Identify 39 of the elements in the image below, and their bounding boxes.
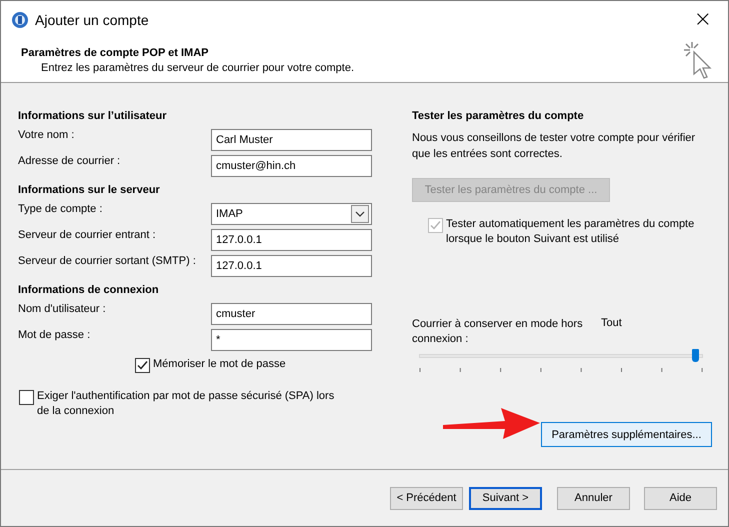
- slider-label: Courrier à conserver en mode hors connexion :: [412, 317, 584, 347]
- field-label: Votre nom :: [18, 128, 76, 141]
- field-label: Serveur de courrier sortant (SMTP) :: [18, 254, 197, 267]
- section-heading: Informations de connexion: [18, 283, 160, 298]
- checkbox-label: Exiger l'authentification par mot de passe sécurisé (SPA) lors de la connexion: [37, 389, 336, 419]
- text-field[interactable]: cmuster@hin.ch: [211, 155, 372, 177]
- checkbox-label: Mémoriser le mot de passe: [153, 357, 286, 372]
- offline-slider[interactable]: [416, 349, 706, 363]
- text-field[interactable]: 127.0.0.1: [211, 229, 372, 251]
- text-field[interactable]: cmuster: [211, 303, 372, 325]
- page-subtitle: Entrez les paramètres du serveur de courrier pour votre compte.: [40, 62, 356, 74]
- dialog-button[interactable]: Aide: [644, 486, 717, 510]
- text-field[interactable]: Carl Muster: [211, 129, 372, 151]
- dialog-button[interactable]: < Précédent: [390, 486, 463, 510]
- password-field[interactable]: *: [211, 329, 372, 351]
- field-label: Adresse de courrier :: [18, 154, 122, 167]
- dialog-button[interactable]: Annuler: [557, 486, 630, 510]
- section-heading: Tester les paramètres du compte: [412, 109, 585, 124]
- text-field[interactable]: 127.0.0.1: [211, 255, 372, 277]
- slider-reading: Tout: [601, 317, 622, 331]
- app-icon: [11, 10, 29, 28]
- section-heading: Informations sur l’utilisateur: [18, 109, 168, 124]
- more-settings-button[interactable]: Paramètres supplémentaires...: [541, 422, 712, 447]
- remember-checkbox[interactable]: [135, 358, 150, 373]
- field-label: Serveur de courrier entrant :: [18, 228, 157, 241]
- chevron-down-icon: [355, 211, 365, 217]
- close-button[interactable]: ×: [690, 8, 716, 30]
- window-title: Ajouter un compte: [35, 12, 150, 28]
- field-label: Mot de passe :: [18, 328, 92, 341]
- dialog-button[interactable]: Suivant >: [469, 486, 542, 510]
- page-heading: Paramètres de compte POP et IMAP: [21, 46, 210, 58]
- spa-checkbox[interactable]: [19, 390, 34, 405]
- account-type-dropdown[interactable]: IMAP: [211, 203, 372, 225]
- checkbox-label: Tester automatiquement les paramètres du compte lorsque le bouton Suivant est utilisé: [446, 217, 696, 247]
- field-label: Nom d'utilisateur :: [18, 302, 107, 315]
- field-label: Type de compte :: [18, 202, 104, 215]
- slider-thumb[interactable]: [692, 349, 699, 362]
- test-description: Nous vous conseillons de tester votre compte pour vérifier que les entrées sont correctes.: [412, 131, 696, 162]
- section-heading: Informations sur le serveur: [18, 183, 161, 198]
